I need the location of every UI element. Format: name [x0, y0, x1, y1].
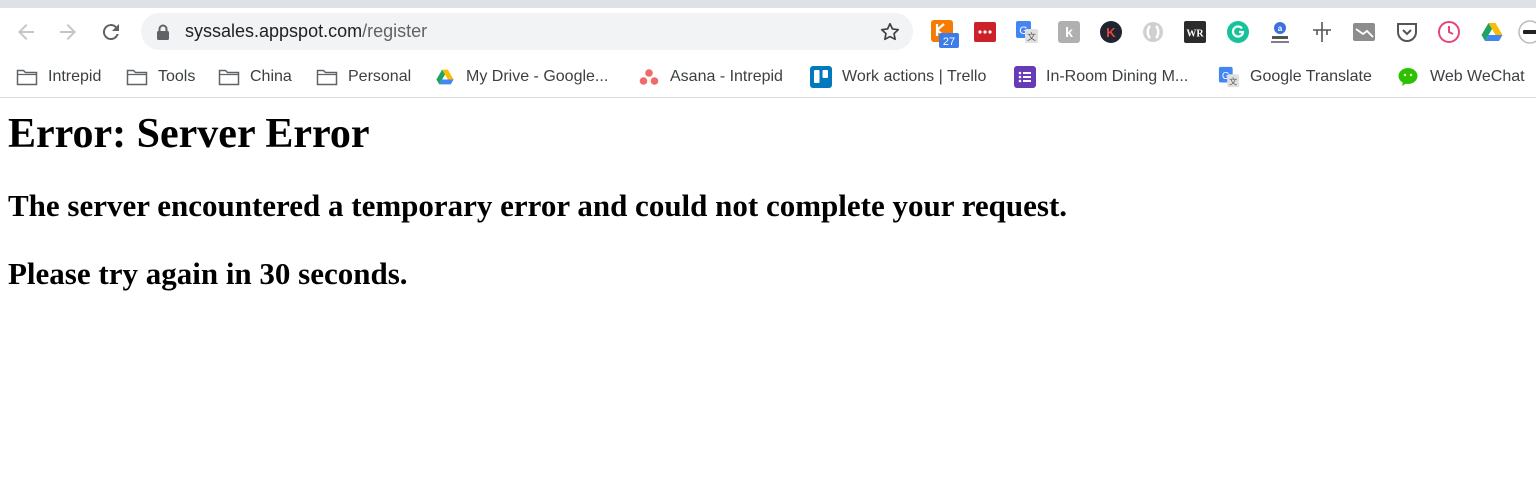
wr-extension-icon[interactable]: WR: [1183, 20, 1207, 44]
error-message: The server encountered a temporary error…: [8, 188, 1068, 223]
bookmark-google-translate[interactable]: G文 Google Translate: [1218, 56, 1372, 97]
bookmark-intrepid[interactable]: Intrepid: [16, 56, 102, 97]
bookmark-label: Web WeChat: [1430, 68, 1525, 85]
bookmark-label: In-Room Dining M...: [1046, 68, 1189, 85]
window-extension-icon[interactable]: [1352, 20, 1376, 44]
folder-icon: [218, 67, 240, 87]
google-forms-icon: [1014, 66, 1036, 88]
pocket-extension-icon[interactable]: [1395, 20, 1419, 44]
svg-text:a: a: [1278, 24, 1283, 33]
gray-k-extension-icon[interactable]: k: [1057, 20, 1081, 44]
url-host: syssales.appspot.com: [185, 21, 363, 41]
svg-text:WR: WR: [1186, 29, 1204, 40]
arrow-right-icon: [56, 20, 80, 44]
lastpass-extension-icon[interactable]: [973, 20, 997, 44]
bookmark-star-icon[interactable]: [879, 21, 901, 48]
svg-text:文: 文: [1229, 76, 1237, 86]
page-content: Error: Server Error The server encounter…: [8, 100, 1528, 292]
arrow-left-icon: [14, 20, 38, 44]
google-translate-extension-icon[interactable]: G文: [1015, 20, 1039, 44]
bookmark-label: Work actions | Trello: [842, 68, 987, 85]
stamp-extension-icon[interactable]: a: [1268, 20, 1292, 44]
bookmark-tools[interactable]: Tools: [126, 56, 196, 97]
url-path: /register: [362, 21, 428, 41]
google-translate-icon: G文: [1218, 66, 1240, 88]
profile-avatar[interactable]: [1518, 20, 1536, 44]
page-title: Error: Server Error: [8, 111, 370, 157]
clock-extension-icon[interactable]: [1437, 20, 1461, 44]
crosshair-extension-icon[interactable]: [1310, 20, 1334, 44]
bookmark-in-room-dining[interactable]: In-Room Dining M...: [1014, 56, 1189, 97]
bookmarks-bar: Intrepid Tools China Personal My Drive -…: [0, 56, 1536, 98]
lock-icon[interactable]: [156, 24, 170, 45]
google-drive-icon: [434, 67, 456, 87]
retry-message: Please try again in 30 seconds.: [8, 256, 408, 291]
bookmark-label: Google Translate: [1250, 68, 1372, 85]
browser-toolbar: syssales.appspot.com/register 27 G文 k K …: [0, 8, 1536, 56]
calendar-badge-extension-icon[interactable]: 27: [931, 20, 959, 48]
bookmark-label: Asana - Intrepid: [670, 68, 783, 85]
reload-button[interactable]: [99, 20, 123, 44]
bookmark-label: My Drive - Google...: [466, 68, 609, 85]
bookmark-label: Intrepid: [48, 68, 102, 85]
reload-icon: [99, 20, 123, 44]
bookmark-personal[interactable]: Personal: [316, 56, 412, 97]
url-text[interactable]: syssales.appspot.com/register: [185, 13, 427, 50]
wechat-icon: [1398, 67, 1420, 87]
s-gray-circle-extension-icon[interactable]: [1141, 20, 1165, 44]
folder-icon: [126, 67, 148, 87]
bookmark-label: Personal: [348, 68, 412, 85]
forward-button[interactable]: [56, 20, 80, 44]
folder-icon: [316, 67, 338, 87]
bookmark-label: China: [250, 68, 292, 85]
tab-strip: [0, 0, 1536, 8]
svg-text:K: K: [1106, 25, 1116, 40]
bookmark-web-wechat[interactable]: Web WeChat: [1398, 56, 1525, 97]
bookmark-asana[interactable]: Asana - Intrepid: [638, 56, 783, 97]
bookmark-my-drive[interactable]: My Drive - Google...: [434, 56, 609, 97]
calendar-badge-count: 27: [943, 36, 955, 48]
svg-text:k: k: [1065, 24, 1073, 40]
asana-icon: [638, 67, 660, 87]
address-bar[interactable]: syssales.appspot.com/register: [141, 13, 913, 50]
back-button[interactable]: [14, 20, 38, 44]
k-dark-circle-extension-icon[interactable]: K: [1099, 20, 1123, 44]
bookmark-china[interactable]: China: [218, 56, 292, 97]
svg-text:文: 文: [1027, 31, 1036, 42]
trello-icon: [810, 66, 832, 88]
folder-icon: [16, 67, 38, 87]
bookmark-label: Tools: [158, 68, 196, 85]
google-drive-extension-icon[interactable]: [1480, 20, 1504, 44]
grammarly-extension-icon[interactable]: [1226, 20, 1250, 44]
bookmark-trello[interactable]: Work actions | Trello: [810, 56, 987, 97]
